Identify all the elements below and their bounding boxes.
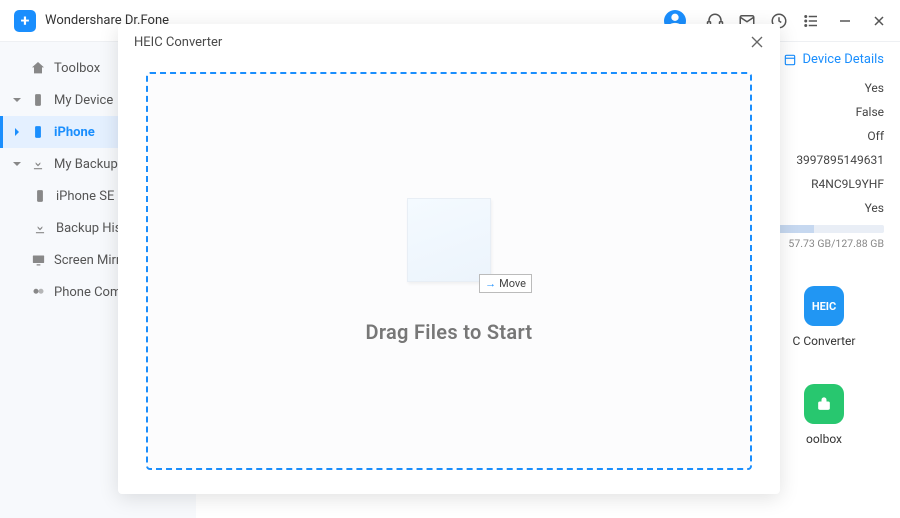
chevron-down-icon [12,95,22,105]
tool-heic-converter[interactable]: HEIC C Converter [764,286,884,348]
storage-text: 57.73 GB/127.88 GB [764,237,884,250]
sidebar-label: My Device [54,93,113,108]
phone-icon [32,189,48,203]
info-row: 3997895149631 [764,153,884,167]
device-details-label: Device Details [802,52,884,67]
storage-bar [764,225,884,233]
minimize-button[interactable] [838,14,852,28]
modal-header: HEIC Converter [118,24,780,60]
dropzone-text: Drag Files to Start [366,320,533,344]
file-placeholder-icon: → Move [407,198,491,282]
device-details-link[interactable]: Device Details [783,52,884,67]
phone-icon [30,93,46,107]
chevron-down-icon [12,159,22,169]
list-icon[interactable] [802,12,820,30]
info-row: R4NC9L9YHF [764,177,884,191]
toolbox-icon [804,384,844,424]
heic-icon: HEIC [804,286,844,326]
phone-icon [30,125,46,139]
modal-title: HEIC Converter [134,35,222,50]
home-icon [30,60,46,76]
monitor-icon [30,253,46,268]
info-row: Yes [764,81,884,95]
download-icon [30,157,46,171]
heic-converter-modal: HEIC Converter → Move Drag Files to Star… [118,24,780,494]
close-button[interactable] [872,14,886,28]
info-row: False [764,105,884,119]
arrow-right-icon: → [485,277,496,290]
move-cursor-badge: → Move [479,274,532,293]
info-row: Off [764,129,884,143]
file-dropzone[interactable]: → Move Drag Files to Start [146,72,752,470]
app-logo: + [14,10,36,32]
chevron-right-icon [12,127,22,137]
sidebar-label: iPhone [54,125,95,140]
sidebar-label: Toolbox [54,61,100,76]
companion-icon [30,285,46,300]
sidebar-label: My Backup [54,157,118,172]
sidebar-label: iPhone SE [56,189,114,204]
tool-label: oolbox [806,432,842,446]
tool-label: C Converter [793,334,856,348]
download-icon [32,221,48,235]
move-label: Move [499,277,526,290]
tool-toolbox[interactable]: oolbox [764,384,884,446]
modal-close-button[interactable] [750,35,764,49]
device-info-panel: Device Details Yes False Off 39978951496… [764,52,884,446]
info-row: Yes [764,201,884,215]
